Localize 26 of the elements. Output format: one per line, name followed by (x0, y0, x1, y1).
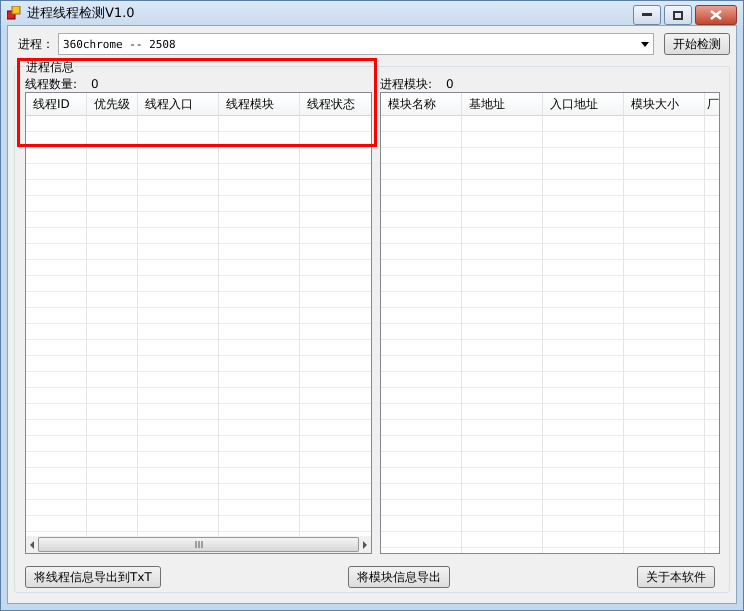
export-button[interactable]: 将线程信息导出到TxT (25, 566, 161, 588)
close-button[interactable] (695, 5, 737, 25)
export-button[interactable]: 关于本软件 (636, 566, 715, 588)
list-view[interactable]: 模块名称 基地址 入口地址 模块大小 厂 (380, 92, 720, 554)
thread-count-label: 线程数量: (25, 76, 78, 92)
process-dropdown[interactable]: 360chrome -- 2508 (58, 33, 654, 55)
scroll-left-icon[interactable] (29, 540, 36, 548)
minimize-button[interactable] (633, 5, 661, 25)
thread-count: 0 (91, 77, 99, 91)
scroll-right-icon[interactable] (361, 540, 368, 548)
start-detect-button[interactable]: 开始检测 (664, 33, 730, 55)
process-label: 进程： (18, 36, 54, 52)
scroll-thumb[interactable] (38, 537, 359, 552)
list-view[interactable]: 线程ID 优先级 线程入口 线程模块 线程状态 (25, 92, 372, 554)
app-icon (7, 6, 21, 20)
module-count-label: 进程模块: (380, 76, 432, 92)
export-button[interactable]: 将模块信息导出 (348, 566, 450, 588)
window-title: 进程线程检测V1.0 (27, 5, 135, 22)
grip-icon (194, 541, 202, 548)
horizontal-scrollbar[interactable] (26, 536, 371, 553)
maximize-icon (673, 10, 683, 20)
dropdown-arrow-icon (641, 42, 649, 46)
maximize-button[interactable] (664, 5, 692, 25)
close-icon (710, 10, 722, 20)
minimize-icon (642, 13, 652, 17)
module-count: 0 (446, 77, 454, 91)
